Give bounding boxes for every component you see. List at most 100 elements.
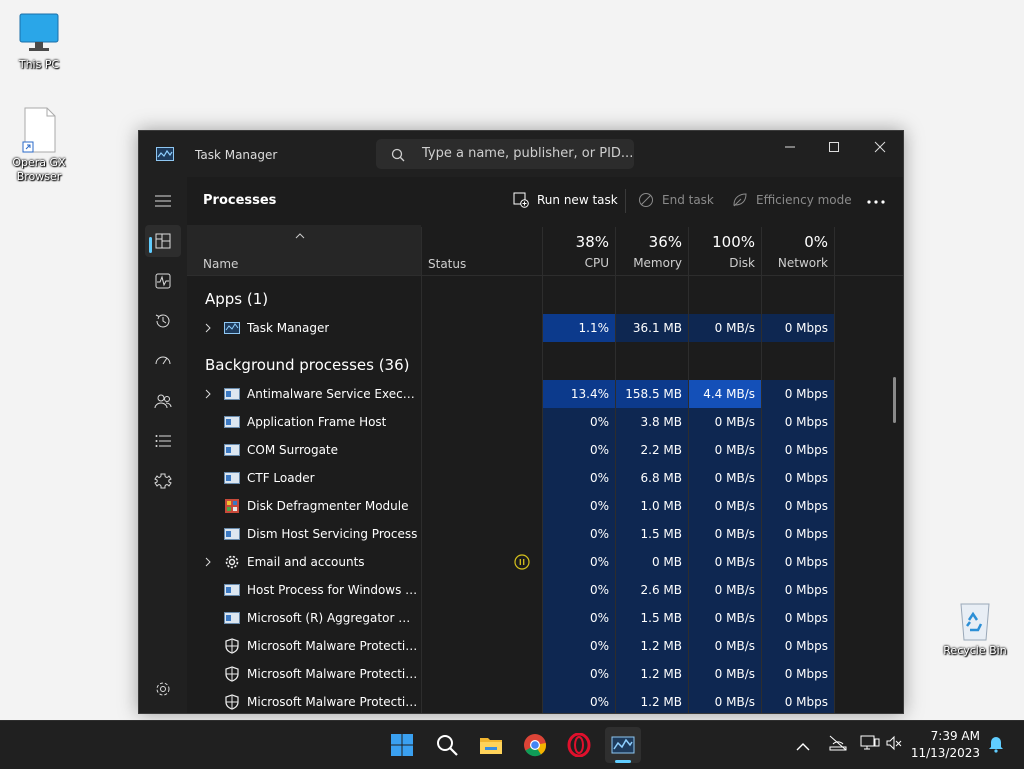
network-cell: 0 Mbps <box>762 464 834 492</box>
nav-settings[interactable] <box>145 673 181 705</box>
sort-ascending-icon <box>295 233 305 239</box>
process-row[interactable]: Antimalware Service Executable 13.4% 158… <box>187 380 903 408</box>
opera-button[interactable] <box>561 727 597 763</box>
column-memory[interactable]: 36% Memory <box>616 225 688 275</box>
memory-cell: 1.0 MB <box>616 492 688 520</box>
disk-cell: 0 MB/s <box>689 548 761 576</box>
nav-startup-apps[interactable] <box>145 345 181 377</box>
nav-details[interactable] <box>145 425 181 457</box>
task-manager-window: Task Manager Type a name, publisher, or … <box>138 130 904 714</box>
chevron-right-icon <box>205 557 211 567</box>
network-cell: 0 Mbps <box>762 380 834 408</box>
tray-network-button[interactable] <box>828 734 850 754</box>
clock-time[interactable]: 7:39 AM <box>931 729 980 743</box>
memory-cell: 1.5 MB <box>616 520 688 548</box>
minimize-button[interactable] <box>767 131 813 163</box>
network-cell: 0 Mbps <box>762 548 834 576</box>
disk-cell: 0 MB/s <box>689 576 761 604</box>
cpu-cell: 0% <box>543 464 615 492</box>
desktop-icon-opera-gx[interactable]: Opera GX Browser <box>4 106 74 184</box>
column-disk[interactable]: 100% Disk <box>689 225 761 275</box>
process-row[interactable]: COM Surrogate 0% 2.2 MB 0 MB/s 0 Mbps <box>187 436 903 464</box>
process-row[interactable]: Application Frame Host 0% 3.8 MB 0 MB/s … <box>187 408 903 436</box>
process-name: CTF Loader <box>247 471 315 485</box>
disk-cell: 4.4 MB/s <box>689 380 761 408</box>
task-manager-button[interactable] <box>605 727 641 763</box>
process-row[interactable]: Disk Defragmenter Module 0% 1.0 MB 0 MB/… <box>187 492 903 520</box>
process-row[interactable]: Host Process for Windows Tasks 0% 2.6 MB… <box>187 576 903 604</box>
process-row[interactable]: Microsoft Malware Protection ... 0% 1.2 … <box>187 688 903 713</box>
service-icon <box>224 388 240 400</box>
process-row[interactable]: Task Manager 1.1% 36.1 MB 0 MB/s 0 Mbps <box>187 314 903 342</box>
nav-users[interactable] <box>145 385 181 417</box>
process-row[interactable]: Microsoft Malware Protection ... 0% 1.2 … <box>187 660 903 688</box>
title-bar[interactable]: Task Manager Type a name, publisher, or … <box>139 131 903 177</box>
volume-muted-icon <box>886 735 902 751</box>
page-title: Processes <box>203 193 277 208</box>
nav-services[interactable] <box>145 465 181 497</box>
cpu-cell: 0% <box>543 548 615 576</box>
processes-icon <box>155 233 171 249</box>
more-options-button[interactable] <box>861 189 891 213</box>
disk-cell: 0 MB/s <box>689 464 761 492</box>
file-explorer-button[interactable] <box>473 727 509 763</box>
chrome-icon <box>524 734 547 757</box>
process-row[interactable]: Microsoft Malware Protection ... 0% 1.2 … <box>187 632 903 660</box>
efficiency-mode-button[interactable]: Efficiency mode <box>732 191 852 211</box>
search-input[interactable]: Type a name, publisher, or PID... <box>376 139 634 169</box>
vertical-scrollbar[interactable] <box>893 377 896 423</box>
memory-cell: 3.8 MB <box>616 408 688 436</box>
cpu-cell: 0% <box>543 604 615 632</box>
desktop-icon-this-pc[interactable]: This PC <box>4 12 74 72</box>
hamburger-icon <box>155 195 171 207</box>
service-icon <box>224 416 240 428</box>
column-network[interactable]: 0% Network <box>762 225 834 275</box>
search-icon <box>391 147 405 166</box>
process-row[interactable]: Email and accounts 0% 0 MB 0 MB/s 0 Mbps <box>187 548 903 576</box>
maximize-button[interactable] <box>811 131 857 163</box>
process-row[interactable]: CTF Loader 0% 6.8 MB 0 MB/s 0 Mbps <box>187 464 903 492</box>
network-cell: 0 Mbps <box>762 314 834 342</box>
memory-cell: 158.5 MB <box>616 380 688 408</box>
column-status[interactable]: Status <box>422 225 542 275</box>
close-button[interactable] <box>857 131 903 163</box>
cpu-cell: 13.4% <box>543 380 615 408</box>
process-list: Apps (1) Task Manager 1.1% 36.1 MB 0 MB/… <box>187 276 903 713</box>
show-hidden-icons-button[interactable] <box>796 737 816 753</box>
service-icon <box>224 584 240 596</box>
start-button[interactable] <box>384 727 420 763</box>
cpu-cell: 0% <box>543 688 615 713</box>
process-row[interactable]: Microsoft (R) Aggregator Host 0% 1.5 MB … <box>187 604 903 632</box>
nav-app-history[interactable] <box>145 305 181 337</box>
cpu-cell: 0% <box>543 520 615 548</box>
cpu-cell: 0% <box>543 492 615 520</box>
column-cpu[interactable]: 38% CPU <box>543 225 615 275</box>
column-header-row: Name Status 38% CPU 36% Memory 100% Disk… <box>187 225 903 276</box>
tray-display-button[interactable] <box>860 734 882 754</box>
process-name: Microsoft Malware Protection ... <box>247 639 419 653</box>
process-name: Email and accounts <box>247 555 365 569</box>
clock-date[interactable]: 11/13/2023 <box>911 746 980 760</box>
run-new-task-button[interactable]: Run new task <box>513 191 618 211</box>
leaf-icon <box>733 193 747 207</box>
taskbar: 7:39 AM 11/13/2023 <box>0 720 1024 769</box>
hamburger-menu-button[interactable] <box>145 185 181 217</box>
cpu-cell: 0% <box>543 436 615 464</box>
tray-volume-button[interactable] <box>886 735 904 753</box>
file-explorer-icon <box>480 738 502 754</box>
process-row[interactable]: Dism Host Servicing Process 0% 1.5 MB 0 … <box>187 520 903 548</box>
network-cell: 0 Mbps <box>762 604 834 632</box>
process-name: Disk Defragmenter Module <box>247 499 409 513</box>
chrome-button[interactable] <box>517 727 553 763</box>
desktop-icon-recycle-bin[interactable]: Recycle Bin <box>940 598 1010 658</box>
selection-indicator <box>149 237 152 253</box>
nav-processes[interactable] <box>145 225 181 257</box>
process-name: COM Surrogate <box>247 443 339 457</box>
nav-performance[interactable] <box>145 265 181 297</box>
column-name[interactable]: Name <box>187 225 421 275</box>
notifications-button[interactable] <box>988 735 1006 755</box>
end-task-button[interactable]: End task <box>638 191 718 211</box>
search-button[interactable] <box>429 727 465 763</box>
disk-cell: 0 MB/s <box>689 632 761 660</box>
cpu-cell: 0% <box>543 660 615 688</box>
